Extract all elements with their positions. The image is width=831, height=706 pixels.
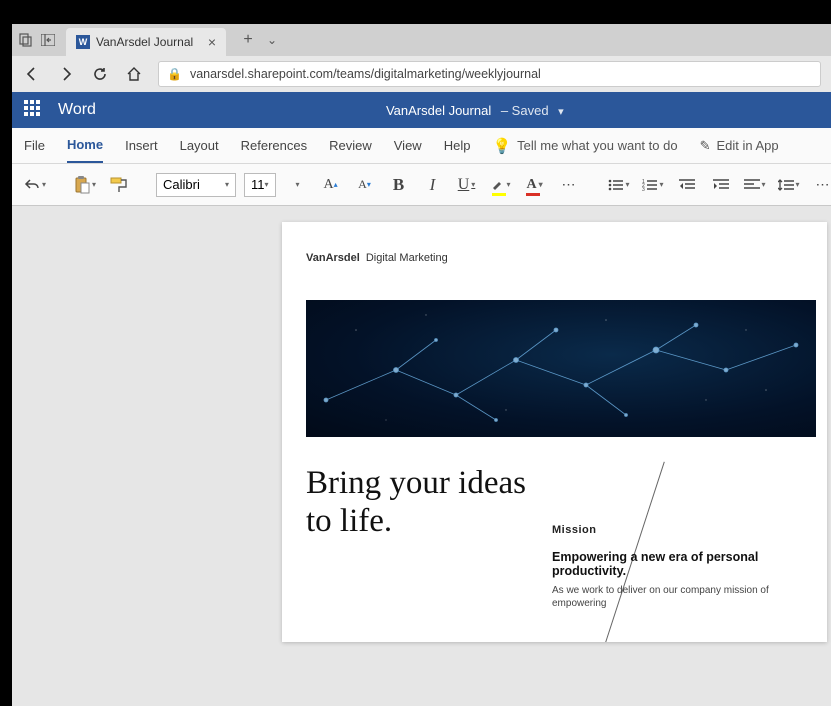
ribbon-toolbar: ▾ ▾ Calibri ▾ 11 ▾ ▾ A▴ A▾ B I U▾ ▾ — [12, 164, 831, 206]
browser-address-bar: 🔒 vanarsdel.sharepoint.com/teams/digital… — [12, 56, 831, 92]
tab-title: VanArsdel Journal — [96, 35, 193, 49]
numbering-button[interactable]: 123▾ — [640, 171, 666, 199]
chevron-down-icon: ▾ — [225, 180, 229, 189]
app-launcher-icon[interactable] — [24, 100, 44, 120]
tab-insert[interactable]: Insert — [125, 128, 158, 163]
tab-home[interactable]: Home — [67, 128, 103, 163]
tab-help[interactable]: Help — [444, 128, 471, 163]
highlight-button[interactable]: ▾ — [488, 171, 514, 199]
close-tab-icon[interactable]: × — [208, 34, 216, 50]
font-color-button[interactable]: A▾ — [522, 171, 548, 199]
lightbulb-icon: 💡 — [492, 137, 511, 155]
app-name: Word — [58, 101, 96, 119]
edit-in-app-button[interactable]: ✎ Edit in App — [700, 138, 779, 154]
browser-tab[interactable]: W VanArsdel Journal × — [66, 28, 226, 56]
word-title-bar: Word VanArsdel Journal – Saved ▾ — [12, 92, 831, 128]
document-title[interactable]: VanArsdel Journal – Saved ▾ — [386, 103, 564, 118]
shrink-font-button[interactable]: A▾ — [352, 171, 378, 199]
tab-file[interactable]: File — [24, 128, 45, 163]
back-button[interactable] — [22, 64, 42, 84]
browser-tab-strip: W VanArsdel Journal × + ⌄ — [12, 24, 831, 56]
chevron-down-icon: ▾ — [265, 180, 269, 189]
undo-button[interactable]: ▾ — [22, 171, 48, 199]
tab-review[interactable]: Review — [329, 128, 372, 163]
font-size-more[interactable]: ▾ — [284, 171, 310, 199]
paragraph-more-button[interactable]: ⋯ — [810, 171, 831, 199]
word-favicon: W — [76, 35, 90, 49]
document-page[interactable]: VanArsdel Digital Marketing — [282, 222, 827, 642]
hero-image — [306, 300, 816, 437]
tab-layout[interactable]: Layout — [180, 128, 219, 163]
url-input[interactable]: 🔒 vanarsdel.sharepoint.com/teams/digital… — [158, 61, 821, 87]
forward-button[interactable] — [56, 64, 76, 84]
document-header: VanArsdel Digital Marketing — [282, 252, 827, 264]
decrease-indent-button[interactable] — [674, 171, 700, 199]
tab-actions-icon[interactable] — [16, 30, 36, 50]
increase-indent-button[interactable] — [708, 171, 734, 199]
align-button[interactable]: ▾ — [742, 171, 768, 199]
ribbon-tabs: File Home Insert Layout References Revie… — [12, 128, 831, 164]
document-canvas[interactable]: VanArsdel Digital Marketing — [12, 206, 831, 706]
font-family-select[interactable]: Calibri ▾ — [156, 173, 236, 197]
headline-text[interactable]: Bring your ideas to life. — [306, 465, 536, 541]
set-aside-tabs-icon[interactable] — [38, 30, 58, 50]
mission-column[interactable]: Mission Empowering a new era of personal… — [552, 524, 812, 610]
bullets-button[interactable]: ▾ — [606, 171, 632, 199]
bold-button[interactable]: B — [386, 171, 412, 199]
home-button[interactable] — [124, 64, 144, 84]
chevron-down-icon: ▾ — [558, 106, 564, 118]
paste-button[interactable]: ▾ — [72, 171, 98, 199]
underline-button[interactable]: U▾ — [454, 171, 480, 199]
url-text: vanarsdel.sharepoint.com/teams/digitalma… — [190, 67, 541, 81]
tab-references[interactable]: References — [241, 128, 307, 163]
font-more-button[interactable]: ⋯ — [556, 171, 582, 199]
format-painter-button[interactable] — [106, 171, 132, 199]
svg-text:3: 3 — [642, 187, 645, 192]
font-size-select[interactable]: 11 ▾ — [244, 173, 276, 197]
grow-font-button[interactable]: A▴ — [318, 171, 344, 199]
lock-icon: 🔒 — [167, 67, 182, 81]
tell-me-search[interactable]: 💡 Tell me what you want to do — [492, 137, 677, 155]
italic-button[interactable]: I — [420, 171, 446, 199]
pencil-icon: ✎ — [700, 138, 711, 154]
refresh-button[interactable] — [90, 64, 110, 84]
line-spacing-button[interactable]: ▾ — [776, 171, 802, 199]
new-tab-button[interactable]: + — [236, 31, 260, 49]
tab-overflow-icon[interactable]: ⌄ — [260, 33, 284, 47]
tab-view[interactable]: View — [394, 128, 422, 163]
